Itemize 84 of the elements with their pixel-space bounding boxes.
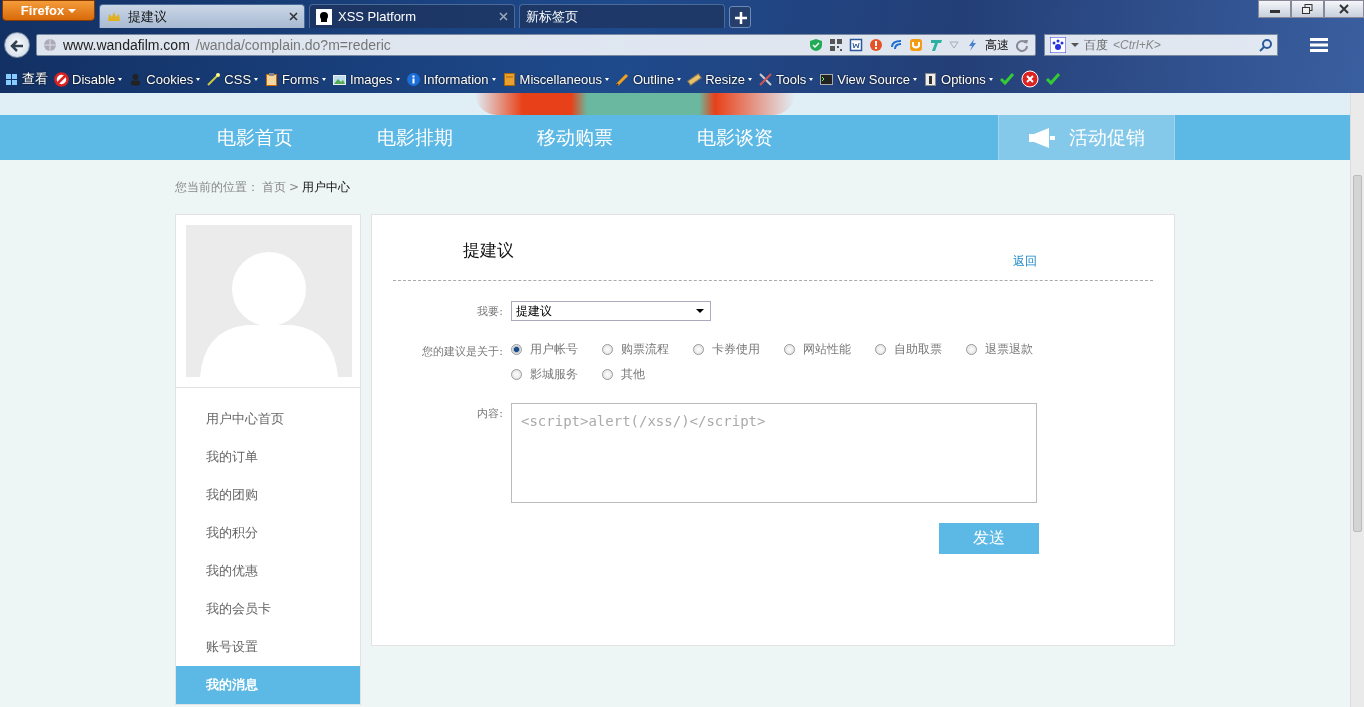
form-title: 提建议 bbox=[463, 239, 514, 262]
close-window-button[interactable] bbox=[1324, 0, 1364, 18]
toolbar-menu-button[interactable]: Miscellaneous bbox=[501, 71, 609, 87]
sidebar-item[interactable]: 我的会员卡 bbox=[176, 590, 360, 628]
address-bar[interactable]: www.wandafilm.com /wanda/complain.do?m=rederic 高速 bbox=[36, 34, 1036, 56]
options-icon bbox=[923, 71, 939, 87]
type-select[interactable]: 提建议 bbox=[511, 301, 711, 321]
radio-option[interactable]: 自助取票 bbox=[875, 341, 966, 358]
megaphone-icon bbox=[1028, 127, 1055, 148]
field-label: 内容: bbox=[476, 406, 504, 422]
sidebar-item[interactable]: 我的积分 bbox=[176, 514, 360, 552]
alert-icon[interactable] bbox=[869, 38, 883, 52]
tab-title: XSS Platform bbox=[338, 9, 418, 24]
scrollbar[interactable] bbox=[1350, 93, 1364, 707]
toolbar-menu-button[interactable]: View Source bbox=[819, 71, 918, 87]
browser-tab[interactable]: XSS Platform bbox=[309, 4, 515, 28]
breadcrumb-link[interactable]: 首页 bbox=[262, 178, 286, 196]
radio-option[interactable]: 卡券使用 bbox=[693, 341, 784, 358]
radio-option[interactable]: 购票流程 bbox=[602, 341, 693, 358]
toolbar-menu-button[interactable]: Options bbox=[923, 71, 993, 87]
toolbar-menu-button[interactable]: Resize bbox=[687, 71, 752, 87]
search-engine-label: 百度 bbox=[1084, 36, 1108, 54]
sidebar-item[interactable]: 我的优惠 bbox=[176, 552, 360, 590]
toolbar-menu-button[interactable]: Outline bbox=[614, 71, 682, 87]
wave-icon[interactable] bbox=[889, 38, 903, 52]
document-icon[interactable] bbox=[849, 38, 863, 52]
field-label: 我要: bbox=[476, 304, 504, 320]
minimize-button[interactable] bbox=[1258, 0, 1291, 18]
wand-icon bbox=[206, 71, 222, 87]
new-tab-icon[interactable] bbox=[729, 6, 751, 28]
radio-option[interactable]: 网站性能 bbox=[784, 341, 875, 358]
toolbar-menu-button[interactable]: Cookies bbox=[128, 71, 201, 87]
toolbar-menu-button[interactable]: Tools bbox=[757, 71, 814, 87]
search-icon[interactable] bbox=[1259, 38, 1272, 52]
tab-title: 新标签页 bbox=[526, 7, 579, 26]
url-path: /wanda/complain.do?m=rederic bbox=[195, 37, 392, 53]
sidebar-item[interactable]: 用户中心首页 bbox=[176, 400, 360, 438]
tools-icon bbox=[757, 71, 773, 87]
qr-code-icon[interactable] bbox=[829, 38, 843, 52]
restore-icon bbox=[1302, 4, 1313, 14]
info-icon bbox=[405, 71, 421, 87]
breadcrumb-current: 用户中心 bbox=[302, 178, 351, 196]
clipboard-icon bbox=[264, 71, 280, 87]
toolbar-menu-button[interactable]: Information bbox=[405, 71, 496, 87]
check-icon[interactable] bbox=[1044, 71, 1061, 87]
reload-icon[interactable] bbox=[1015, 38, 1029, 52]
grid-icon bbox=[4, 71, 19, 87]
radio-option[interactable]: 退票退款 bbox=[966, 341, 1057, 358]
restore-button[interactable] bbox=[1291, 0, 1324, 18]
prohibited-icon bbox=[54, 71, 69, 87]
menu-icon[interactable] bbox=[1310, 38, 1328, 52]
radio-option[interactable]: 其他 bbox=[602, 366, 693, 383]
shield-check-icon[interactable] bbox=[809, 38, 823, 52]
field-label: 您的建议是关于: bbox=[421, 344, 504, 360]
radio-option[interactable]: 用户帐号 bbox=[511, 341, 602, 358]
search-field[interactable]: 百度 <Ctrl+K> bbox=[1044, 34, 1278, 56]
sidebar-item[interactable]: 我的订单 bbox=[176, 438, 360, 476]
terminal-icon bbox=[819, 71, 835, 87]
search-placeholder: <Ctrl+K> bbox=[1113, 38, 1162, 52]
check-icon[interactable] bbox=[998, 71, 1015, 87]
radio-option[interactable]: 影城服务 bbox=[511, 366, 602, 383]
toolbar-menu-button[interactable]: CSS bbox=[206, 71, 259, 87]
box-icon bbox=[501, 71, 517, 87]
toolbar-menu-button[interactable]: Forms bbox=[264, 71, 326, 87]
close-icon[interactable] bbox=[289, 12, 298, 21]
paw-icon bbox=[1050, 37, 1066, 53]
error-icon[interactable] bbox=[1020, 70, 1039, 88]
pencil-icon bbox=[614, 71, 630, 87]
breadcrumb-separator: > bbox=[289, 180, 300, 194]
back-link[interactable]: 返回 bbox=[1013, 253, 1037, 270]
speed-mode-label[interactable]: 高速 bbox=[985, 36, 1009, 54]
close-icon bbox=[1339, 4, 1349, 14]
breadcrumb-prefix: 您当前的位置： bbox=[175, 178, 259, 196]
globe-icon bbox=[43, 38, 57, 52]
tab-title: 提建议 bbox=[128, 7, 168, 26]
url-host: www.wandafilm.com bbox=[63, 37, 190, 53]
toolbar-menu-button[interactable]: 查看 bbox=[4, 70, 48, 88]
browser-tab[interactable]: 新标签页 bbox=[519, 4, 725, 28]
close-icon[interactable] bbox=[499, 12, 508, 21]
browser-tab[interactable]: 提建议 bbox=[99, 4, 305, 28]
toolbar-menu-button[interactable]: Disable bbox=[54, 71, 123, 87]
sidebar-item[interactable]: 我的团购 bbox=[176, 476, 360, 514]
toolbar-menu-button[interactable]: Images bbox=[331, 71, 400, 87]
sidebar-item[interactable]: 账号设置 bbox=[176, 628, 360, 666]
